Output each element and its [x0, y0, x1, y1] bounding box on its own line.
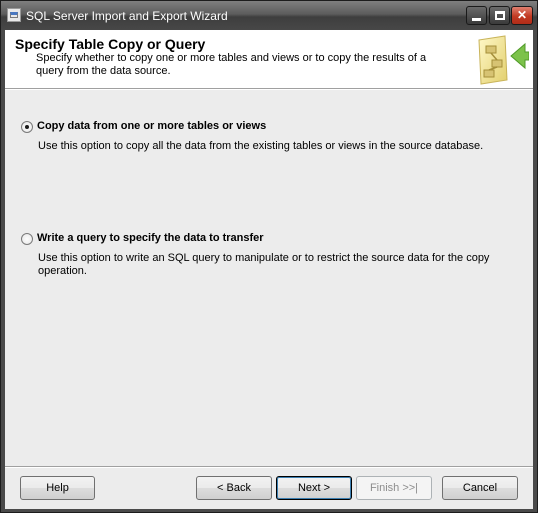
wizard-graphic-icon — [478, 35, 529, 85]
maximize-button[interactable] — [489, 6, 510, 25]
close-icon: ✕ — [516, 8, 528, 22]
cancel-button[interactable]: Cancel — [442, 476, 518, 500]
app-icon — [7, 8, 21, 22]
page-description: Specify whether to copy one or more tabl… — [36, 52, 427, 77]
help-button[interactable]: Help — [20, 476, 95, 500]
footer-divider-highlight — [5, 467, 533, 468]
minimize-button[interactable] — [466, 6, 487, 25]
close-button[interactable]: ✕ — [511, 6, 533, 25]
copy-tables-label[interactable]: Copy data from one or more tables or vie… — [37, 120, 266, 132]
write-query-label[interactable]: Write a query to specify the data to tra… — [37, 232, 264, 244]
copy-tables-description: Use this option to copy all the data fro… — [38, 140, 484, 152]
copy-tables-radio[interactable] — [21, 121, 33, 133]
wizard-header: Specify Table Copy or Query Specify whet… — [5, 30, 533, 89]
page-title: Specify Table Copy or Query — [15, 36, 206, 52]
finish-button[interactable]: Finish >>| — [356, 476, 432, 500]
minimize-icon — [472, 18, 481, 21]
wizard-window: SQL Server Import and Export Wizard ✕ Sp… — [0, 0, 538, 513]
wizard-content: Specify Table Copy or Query Specify whet… — [5, 30, 533, 509]
header-divider — [5, 89, 533, 90]
window-title: SQL Server Import and Export Wizard — [26, 9, 228, 23]
back-button[interactable]: < Back — [196, 476, 272, 500]
maximize-icon — [495, 11, 505, 20]
write-query-radio[interactable] — [21, 233, 33, 245]
next-button[interactable]: Next > — [276, 476, 352, 500]
title-bar[interactable]: SQL Server Import and Export Wizard ✕ — [1, 1, 537, 30]
write-query-description: Use this option to write an SQL query to… — [38, 252, 490, 277]
